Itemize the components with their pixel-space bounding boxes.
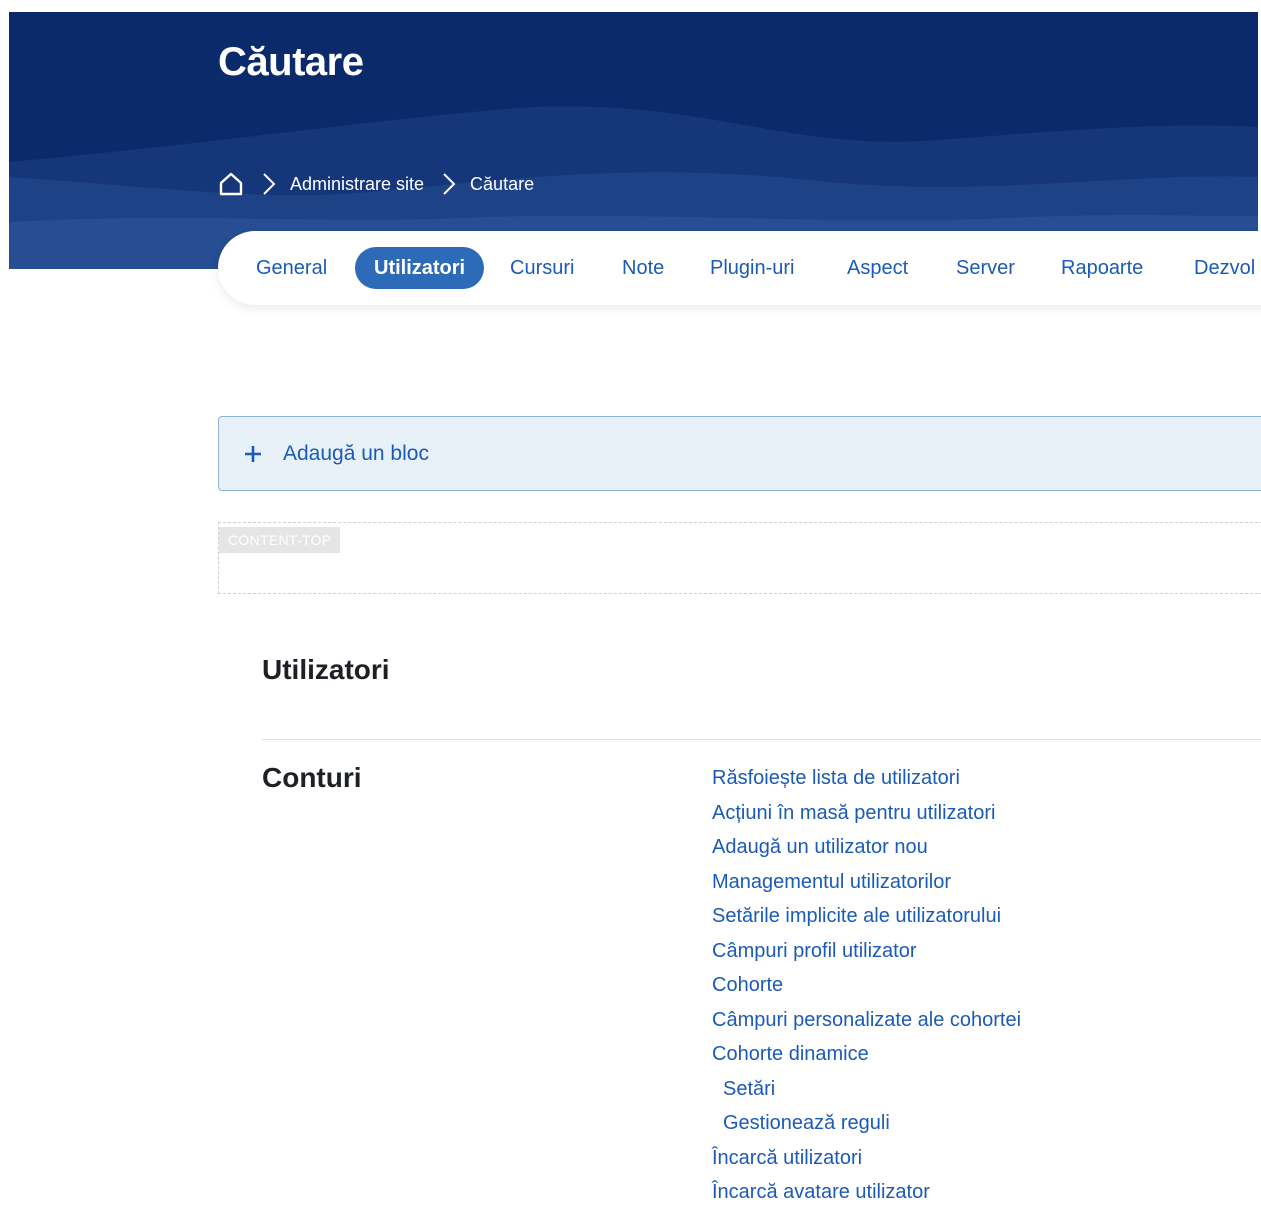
section-title: Utilizatori <box>262 654 390 685</box>
list-item: Cohorte dinamice <box>712 1039 1021 1074</box>
link-add-new-user[interactable]: Adaugă un utilizator nou <box>712 836 928 858</box>
tab-rapoarte[interactable]: Rapoarte <box>1061 247 1143 289</box>
chevron-right-icon <box>258 171 280 197</box>
list-item: Managementul utilizatorilor <box>712 867 1021 902</box>
breadcrumb-administrare-site[interactable]: Administrare site <box>290 174 424 195</box>
link-browse-users[interactable]: Răsfoiește lista de utilizatori <box>712 767 960 789</box>
divider <box>262 739 1261 740</box>
group-title: Conturi <box>262 762 362 793</box>
chevron-right-icon <box>438 171 460 197</box>
region-label: CONTENT-TOP <box>219 527 341 553</box>
breadcrumb: Administrare site Căutare <box>218 169 534 199</box>
link-dynamic-cohorts-settings[interactable]: Setări <box>723 1078 775 1100</box>
link-cohort-custom-fields[interactable]: Câmpuri personalizate ale cohortei <box>712 1009 1021 1031</box>
list-item: Câmpuri personalizate ale cohortei <box>712 1005 1021 1040</box>
link-bulk-user-actions[interactable]: Acțiuni în masă pentru utilizatori <box>712 802 995 824</box>
tab-dezvoltare[interactable]: Dezvol <box>1194 247 1255 289</box>
link-cohorts[interactable]: Cohorte <box>712 974 783 996</box>
secondary-navigation: General Utilizatori Cursuri Note Plugin-… <box>218 231 1261 305</box>
list-item: Câmpuri profil utilizator <box>712 936 1021 971</box>
tab-cursuri[interactable]: Cursuri <box>510 247 574 289</box>
list-item: Gestionează reguli <box>712 1108 1021 1143</box>
page-title: Căutare <box>218 40 364 84</box>
tab-plugin-uri[interactable]: Plugin-uri <box>710 247 794 289</box>
home-icon[interactable] <box>218 171 244 197</box>
list-item: Acțiuni în masă pentru utilizatori <box>712 798 1021 833</box>
link-dynamic-cohorts[interactable]: Cohorte dinamice <box>712 1043 869 1065</box>
add-block-button[interactable]: Adaugă un bloc <box>218 416 1261 491</box>
list-item: Cohorte <box>712 970 1021 1005</box>
list-item: Încarcă avatare utilizator <box>712 1177 1021 1212</box>
tab-general[interactable]: General <box>256 247 327 289</box>
list-item: Încarcă utilizatori <box>712 1143 1021 1178</box>
tab-note[interactable]: Note <box>622 247 664 289</box>
accounts-link-list: Răsfoiește lista de utilizatori Acțiuni … <box>712 763 1021 1212</box>
link-user-profile-fields[interactable]: Câmpuri profil utilizator <box>712 940 917 962</box>
link-upload-users[interactable]: Încarcă utilizatori <box>712 1147 862 1169</box>
link-manage-rules[interactable]: Gestionează reguli <box>723 1112 890 1134</box>
link-user-default-settings[interactable]: Setările implicite ale utilizatorului <box>712 905 1001 927</box>
list-item: Adaugă un utilizator nou <box>712 832 1021 867</box>
add-block-label: Adaugă un bloc <box>283 441 429 465</box>
tab-server[interactable]: Server <box>956 247 1015 289</box>
content-top-region: CONTENT-TOP <box>218 522 1261 594</box>
list-item: Setările implicite ale utilizatorului <box>712 901 1021 936</box>
list-item: Răsfoiește lista de utilizatori <box>712 763 1021 798</box>
breadcrumb-current: Căutare <box>470 173 535 194</box>
list-item: Setări <box>712 1074 1021 1109</box>
link-upload-user-pictures[interactable]: Încarcă avatare utilizator <box>712 1181 930 1203</box>
plus-icon <box>243 444 263 464</box>
tab-utilizatori[interactable]: Utilizatori <box>355 247 485 289</box>
link-user-management[interactable]: Managementul utilizatorilor <box>712 871 951 893</box>
tab-aspect[interactable]: Aspect <box>847 247 908 289</box>
